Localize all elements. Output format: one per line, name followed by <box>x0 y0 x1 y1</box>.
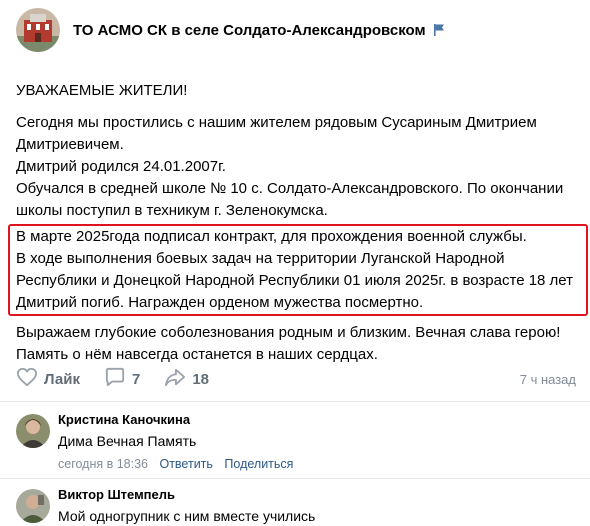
group-avatar[interactable] <box>16 8 60 52</box>
comment-author[interactable]: Кристина Каночкина <box>58 412 190 427</box>
comment-author[interactable]: Виктор Штемпель <box>58 487 175 502</box>
comment-button[interactable]: 7 <box>104 367 140 391</box>
comment-item: Виктор Штемпель Мой одногрупник с ним вм… <box>16 487 576 526</box>
heart-icon <box>16 367 38 391</box>
post-time[interactable]: 7 ч назад <box>520 372 576 387</box>
avatar[interactable] <box>16 414 50 448</box>
comment-meta: сегодня в 18:36 Ответить Поделиться <box>58 457 293 471</box>
comments-count: 7 <box>131 370 141 388</box>
avatar[interactable] <box>16 489 50 523</box>
share-link[interactable]: Поделиться <box>224 457 293 471</box>
post-heading: УВАЖАЕМЫЕ ЖИТЕЛИ! <box>16 82 188 99</box>
like-button[interactable]: Лайк <box>16 367 80 391</box>
post-paragraph: Дмитрий родился 24.01.2007г. <box>16 158 226 175</box>
comment-text: Мой одногрупник с ним вместе учились <box>58 508 316 524</box>
post-paragraph: Выражаем глубокие соболезнования родным … <box>16 324 561 363</box>
comment-item: Кристина Каночкина Дима Вечная Память се… <box>16 412 576 472</box>
divider <box>0 478 590 479</box>
post-paragraph: Обучался в средней школе № 10 с. Солдато… <box>16 180 564 219</box>
highlighted-text-box: В марте 2025года подписал контракт, для … <box>8 224 588 316</box>
post-body: УВАЖАЕМЫЕ ЖИТЕЛИ! Сегодня мы простились … <box>8 80 588 366</box>
comment-icon <box>104 367 126 391</box>
like-label: Лайк <box>44 370 80 388</box>
shares-count: 18 <box>192 370 210 388</box>
comment-time[interactable]: сегодня в 18:36 <box>58 457 148 471</box>
post-paragraph: Сегодня мы простились с нашим жителем ря… <box>16 114 537 153</box>
verified-flag-icon <box>432 23 446 37</box>
divider <box>0 401 590 402</box>
group-name[interactable]: ТО АСМО СК в селе Солдато-Александровско… <box>73 22 426 39</box>
post-actions: Лайк 7 18 7 ч назад <box>16 366 576 392</box>
comment-text: Дима Вечная Память <box>58 433 197 449</box>
post-header: ТО АСМО СК в селе Солдато-Александровско… <box>16 8 576 52</box>
share-icon <box>164 367 186 391</box>
post-paragraph: В марте 2025года подписал контракт, для … <box>16 228 527 245</box>
share-button[interactable]: 18 <box>164 367 209 391</box>
post-paragraph: В ходе выполнения боевых задач на террит… <box>16 250 574 311</box>
reply-link[interactable]: Ответить <box>159 457 212 471</box>
